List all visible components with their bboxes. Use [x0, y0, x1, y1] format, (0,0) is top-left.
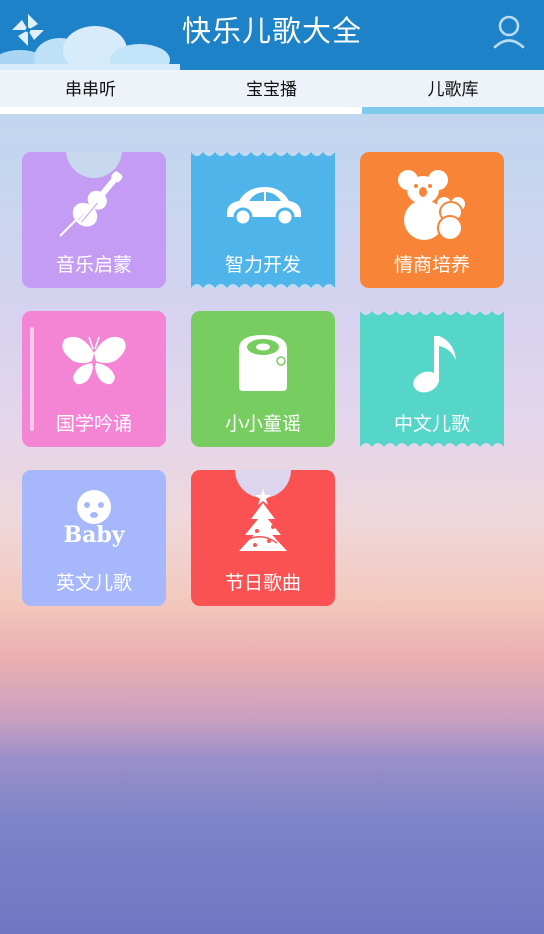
tab-baobaobo[interactable]: 宝宝播: [181, 70, 362, 114]
category-label: 小小童谣: [224, 413, 301, 435]
category-label: 节日歌曲: [224, 572, 301, 594]
category-nursery-rhymes[interactable]: 小小童谣: [191, 311, 335, 447]
category-music-enlightenment[interactable]: 音乐启蒙: [22, 152, 166, 288]
category-chinese-songs[interactable]: 中文儿歌: [360, 311, 504, 447]
tab-label: 宝宝播: [246, 80, 297, 100]
category-label: 英文儿歌: [55, 572, 132, 594]
category-label: 中文儿歌: [393, 413, 470, 435]
ticket-edge: [360, 443, 504, 447]
toilet-roll-icon: [239, 335, 287, 391]
car-icon: [227, 187, 301, 227]
tab-chuanchuanting[interactable]: 串串听: [0, 70, 181, 114]
category-sinology-chanting[interactable]: 国学吟诵: [22, 311, 166, 447]
app-header: 快乐儿歌大全: [0, 0, 544, 70]
ticket-edge: [360, 311, 504, 315]
tab-label: 串串听: [65, 80, 116, 100]
butterfly-icon: [62, 336, 126, 385]
category-intelligence[interactable]: 智力开发: [191, 152, 335, 288]
tab-indicator: [0, 107, 181, 114]
category-label: 智力开发: [224, 254, 301, 276]
user-button[interactable]: [492, 14, 526, 52]
user-icon: [493, 15, 525, 49]
ticket-edge: [191, 284, 335, 288]
christmas-tree-icon: [239, 489, 287, 551]
koala-icon: [398, 170, 465, 241]
tab-indicator-active: [362, 107, 544, 114]
baby-icon-text: Baby: [63, 522, 125, 548]
tab-bar: 串串听 宝宝播 儿歌库: [0, 70, 544, 114]
category-label: 情商培养: [393, 254, 470, 276]
tab-label: 儿歌库: [427, 80, 479, 100]
category-eq-training[interactable]: 情商培养: [360, 152, 504, 288]
category-english-songs[interactable]: Baby 英文儿歌: [22, 470, 166, 606]
tab-ergeku[interactable]: 儿歌库: [362, 70, 544, 114]
violin-icon: [59, 171, 123, 237]
category-holiday-songs[interactable]: 节日歌曲: [191, 470, 335, 606]
category-label: 音乐启蒙: [55, 254, 132, 276]
tab-indicator: [181, 107, 362, 114]
category-label: 国学吟诵: [55, 413, 132, 435]
app-title: 快乐儿歌大全: [181, 14, 362, 48]
music-note-icon: [413, 336, 456, 393]
ticket-edge: [191, 152, 335, 156]
